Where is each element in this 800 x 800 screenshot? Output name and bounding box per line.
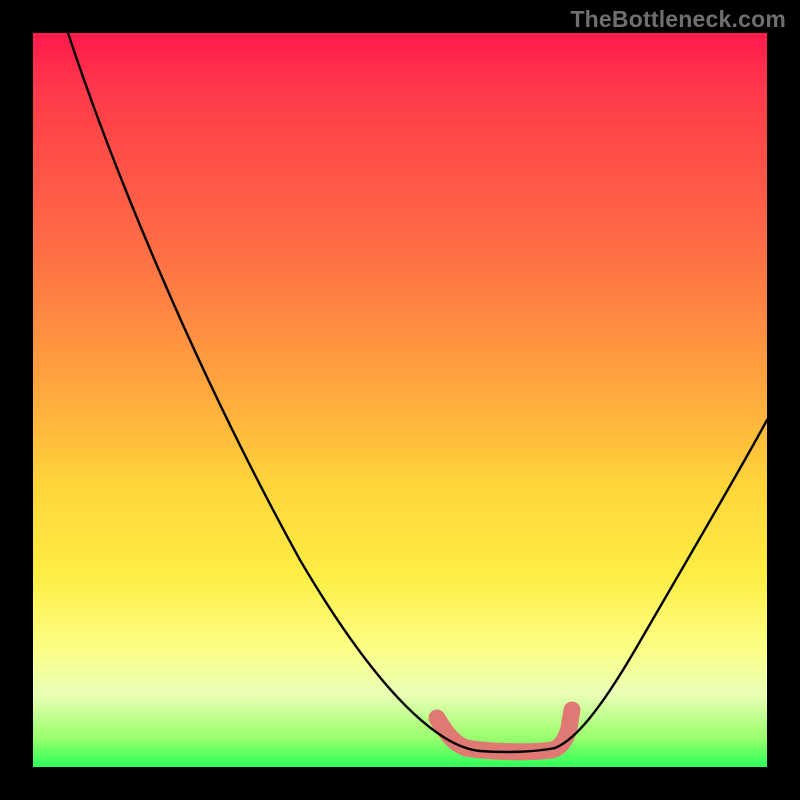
gradient-plot-area — [33, 33, 767, 767]
watermark-text: TheBottleneck.com — [570, 6, 786, 33]
chart-frame: TheBottleneck.com — [0, 0, 800, 800]
